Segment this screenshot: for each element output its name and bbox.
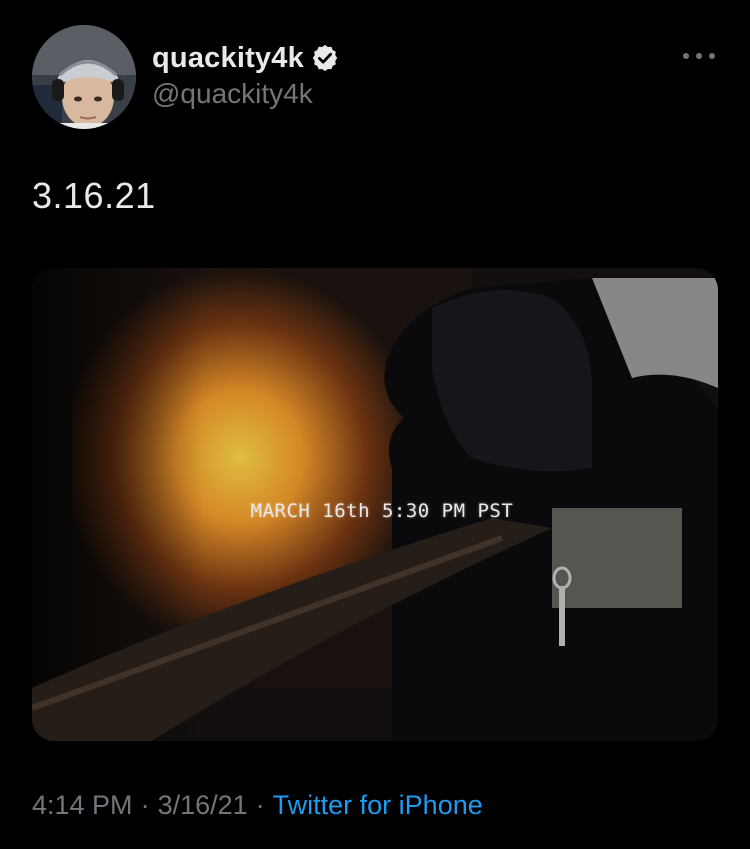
- display-name[interactable]: quackity4k: [152, 42, 304, 75]
- more-options-button[interactable]: [683, 46, 715, 66]
- ellipsis-icon-dot: [683, 53, 689, 59]
- tweet-text: 3.16.21: [32, 175, 156, 216]
- avatar[interactable]: [32, 25, 136, 129]
- ellipsis-icon-dot: [696, 53, 702, 59]
- handle[interactable]: @quackity4k: [152, 78, 340, 110]
- tweet-media-image[interactable]: MARCH 16th 5:30 PM PST: [32, 268, 718, 741]
- user-avatar-icon: [32, 25, 136, 129]
- tweet-time[interactable]: 4:14 PM: [32, 790, 133, 820]
- ellipsis-icon-dot: [709, 53, 715, 59]
- tweet: quackity4k @quackity4k 3.16.21 MARCH 16t…: [0, 0, 750, 849]
- meta-separator: ·: [255, 790, 265, 820]
- tweet-metadata: 4:14 PM · 3/16/21 · Twitter for iPhone: [32, 790, 483, 821]
- author-info: quackity4k @quackity4k: [152, 40, 340, 110]
- tweet-source-link[interactable]: Twitter for iPhone: [273, 790, 483, 820]
- media-caption: MARCH 16th 5:30 PM PST: [250, 500, 514, 522]
- display-name-row: quackity4k: [152, 40, 340, 76]
- verified-badge-icon: [310, 43, 340, 73]
- tweet-date[interactable]: 3/16/21: [158, 790, 248, 820]
- meta-separator: ·: [140, 790, 150, 820]
